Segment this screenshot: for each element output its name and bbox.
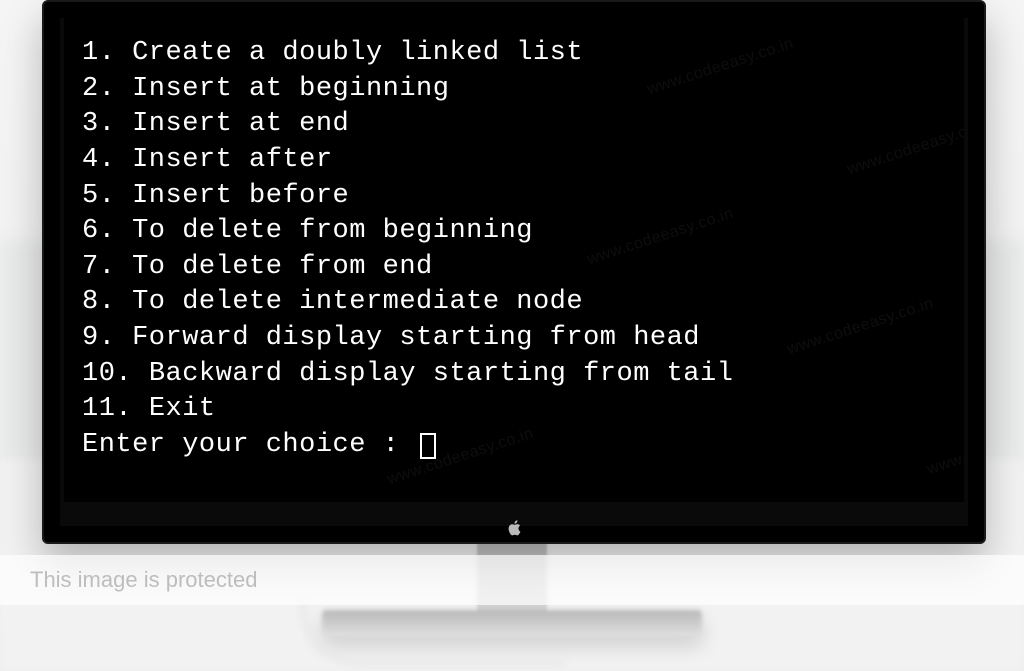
menu-item-text: To delete intermediate node [132, 287, 583, 317]
menu-item-number: 6. [82, 216, 115, 246]
menu-item-number: 10. [82, 359, 132, 389]
menu-item-text: Insert at end [132, 109, 349, 139]
terminal-prompt-line[interactable]: Enter your choice : [82, 428, 946, 464]
menu-item-number: 11. [82, 394, 132, 424]
menu-item-text: Backward display starting from tail [149, 359, 734, 389]
scene-background: 1. Create a doubly linked list2. Insert … [0, 0, 1024, 671]
menu-item-number: 1. [82, 38, 115, 68]
terminal-menu-item: 6. To delete from beginning [82, 214, 946, 250]
menu-item-text: To delete from end [132, 252, 433, 282]
terminal-menu-item: 9. Forward display starting from head [82, 321, 946, 357]
terminal-prompt-text: Enter your choice : [82, 428, 416, 464]
protection-overlay-text: This image is protected [30, 567, 257, 593]
terminal-menu-item: 8. To delete intermediate node [82, 285, 946, 321]
terminal-menu-item: 7. To delete from end [82, 250, 946, 286]
menu-item-number: 8. [82, 287, 115, 317]
terminal-screen[interactable]: 1. Create a doubly linked list2. Insert … [64, 16, 964, 502]
terminal-menu-item: 11. Exit [82, 392, 946, 428]
terminal-menu-item: 4. Insert after [82, 143, 946, 179]
terminal-menu-item: 5. Insert before [82, 179, 946, 215]
menu-item-text: Forward display starting from head [132, 323, 700, 353]
terminal-cursor [420, 433, 436, 459]
terminal-menu-item: 10. Backward display starting from tail [82, 357, 946, 393]
menu-item-number: 9. [82, 323, 115, 353]
menu-item-text: Insert before [132, 181, 349, 211]
apple-logo-icon [507, 520, 521, 536]
menu-item-text: Create a doubly linked list [132, 38, 583, 68]
terminal-menu-item: 1. Create a doubly linked list [82, 36, 946, 72]
terminal-menu-item: 3. Insert at end [82, 107, 946, 143]
menu-item-number: 5. [82, 181, 115, 211]
terminal-menu-item: 2. Insert at beginning [82, 72, 946, 108]
menu-item-text: Insert after [132, 145, 332, 175]
menu-item-number: 2. [82, 74, 115, 104]
monitor-cable [300, 600, 566, 666]
menu-item-text: Insert at beginning [132, 74, 449, 104]
monitor-frame: 1. Create a doubly linked list2. Insert … [42, 0, 986, 544]
menu-item-number: 7. [82, 252, 115, 282]
menu-item-number: 4. [82, 145, 115, 175]
protection-overlay: This image is protected [0, 555, 1024, 605]
terminal-menu: 1. Create a doubly linked list2. Insert … [82, 36, 946, 428]
menu-item-text: To delete from beginning [132, 216, 533, 246]
menu-item-text: Exit [149, 394, 216, 424]
menu-item-number: 3. [82, 109, 115, 139]
